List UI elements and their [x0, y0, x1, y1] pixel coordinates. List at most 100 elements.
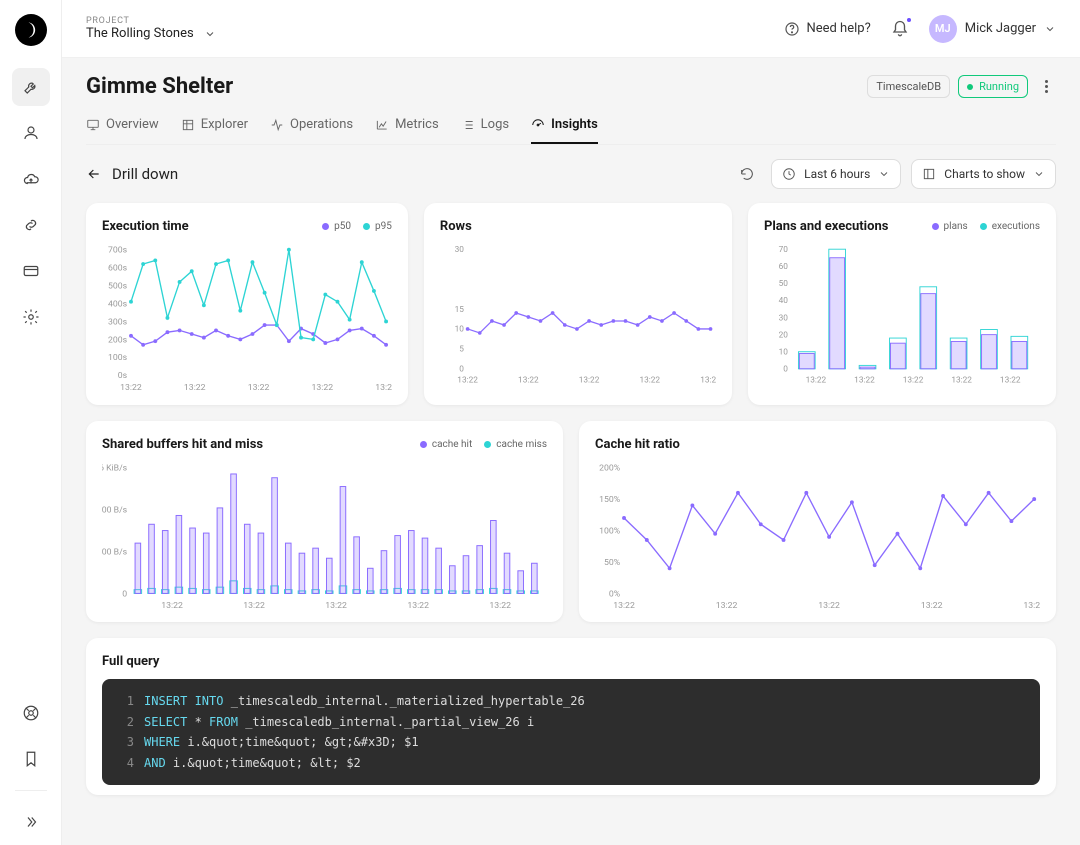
- svg-text:13:22: 13:22: [248, 383, 270, 393]
- svg-text:13:22: 13:22: [818, 601, 840, 611]
- svg-text:13:22: 13:22: [806, 376, 827, 386]
- svg-text:200%: 200%: [599, 463, 620, 473]
- svg-text:10: 10: [455, 325, 465, 335]
- list-icon: [461, 118, 475, 132]
- svg-text:13:22: 13:22: [903, 376, 924, 386]
- activity-icon: [270, 118, 284, 132]
- back-button[interactable]: Drill down: [86, 165, 178, 183]
- svg-text:13:22: 13:22: [921, 601, 943, 611]
- tab-overview[interactable]: Overview: [86, 107, 159, 144]
- svg-text:400s: 400s: [108, 299, 128, 309]
- user-name: Mick Jagger: [965, 21, 1036, 36]
- db-badge: TimescaleDB: [867, 75, 950, 98]
- tab-label: Metrics: [395, 117, 439, 132]
- card-title: Cache hit ratio: [595, 437, 680, 452]
- tab-label: Operations: [290, 117, 353, 132]
- chart-rows: 0510153013:2213:2213:2213:2213:22: [440, 240, 716, 387]
- svg-text:0: 0: [459, 365, 464, 375]
- svg-text:13:22: 13:22: [639, 376, 660, 386]
- charts-select[interactable]: Charts to show: [911, 159, 1056, 189]
- svg-text:0%: 0%: [609, 589, 620, 599]
- legend-label: p50: [334, 221, 351, 232]
- rail-user[interactable]: [12, 114, 50, 152]
- svg-text:30: 30: [779, 313, 789, 323]
- svg-text:40: 40: [779, 296, 789, 306]
- tab-insights[interactable]: Insights: [531, 107, 598, 144]
- tab-explorer[interactable]: Explorer: [181, 107, 248, 144]
- legend-item: cache hit: [420, 439, 472, 450]
- rail-billing[interactable]: [12, 252, 50, 290]
- rail-link[interactable]: [12, 206, 50, 244]
- svg-text:13:22: 13:22: [457, 376, 478, 386]
- svg-text:13:22: 13:22: [579, 376, 600, 386]
- rail-collapse[interactable]: [12, 803, 50, 841]
- rail-settings[interactable]: [12, 298, 50, 336]
- tab-operations[interactable]: Operations: [270, 107, 353, 144]
- card-exec-time: Execution time p50 p95 0s100s200s300s400…: [86, 203, 408, 405]
- legend-item: cache miss: [484, 439, 547, 450]
- timerange-select[interactable]: Last 6 hours: [771, 159, 901, 189]
- topbar: PROJECT The Rolling Stones Need help? MJ…: [62, 0, 1080, 58]
- logo[interactable]: [15, 14, 47, 46]
- chevron-down-icon: [1033, 168, 1045, 180]
- svg-text:13:22: 13:22: [407, 601, 429, 611]
- legend-label: cache hit: [432, 439, 472, 450]
- tab-label: Overview: [106, 117, 159, 132]
- chart-exec-time: 0s100s200s300s400s500s600s700s13:2213:22…: [102, 240, 392, 395]
- notification-dot: [905, 16, 913, 24]
- svg-text:100%: 100%: [599, 526, 620, 536]
- help-link[interactable]: Need help?: [784, 21, 870, 37]
- code-text: _timescaledb_internal._partial_view_26 i: [245, 715, 534, 729]
- code-text: i.&quot;time&quot; &gt;&#x3D; $1: [187, 735, 418, 749]
- svg-text:600s: 600s: [108, 264, 128, 274]
- project-switcher[interactable]: PROJECT The Rolling Stones: [86, 16, 216, 41]
- svg-text:700s: 700s: [108, 246, 128, 256]
- svg-text:10: 10: [779, 347, 789, 357]
- chart-buffers: 1.46 KiB/s100 B/s500 B/s013:2213:2213:22…: [102, 458, 547, 613]
- svg-text:13:22: 13:22: [951, 376, 972, 386]
- legend-item: p50: [322, 221, 351, 232]
- refresh-button[interactable]: [733, 160, 761, 188]
- card-title: Plans and executions: [764, 219, 889, 234]
- more-menu-button[interactable]: [1036, 77, 1056, 97]
- rail-tools[interactable]: [12, 68, 50, 106]
- rail-cloud[interactable]: [12, 160, 50, 198]
- svg-text:13:22: 13:22: [854, 376, 875, 386]
- code-block: 1INSERT INTO _timescaledb_internal._mate…: [102, 679, 1040, 785]
- chart-cache-ratio: 0%50%100%150%200%13:2213:2213:2213:2213:…: [595, 458, 1040, 613]
- svg-text:70: 70: [779, 245, 789, 255]
- svg-text:30: 30: [455, 245, 465, 255]
- tabs: Overview Explorer Operations Metrics Log…: [86, 107, 1056, 145]
- help-label: Need help?: [806, 21, 870, 36]
- card-rows: Rows 0510153013:2213:2213:2213:2213:22: [424, 203, 732, 405]
- monitor-icon: [86, 118, 100, 132]
- svg-text:150%: 150%: [599, 495, 620, 505]
- svg-text:20: 20: [779, 330, 789, 340]
- svg-text:13:22: 13:22: [613, 601, 635, 611]
- rail-support[interactable]: [12, 694, 50, 732]
- left-rail: [0, 0, 62, 845]
- avatar[interactable]: MJ: [929, 15, 957, 43]
- code-text: i.&quot;time&quot; &lt; $2: [173, 756, 361, 770]
- timerange-label: Last 6 hours: [804, 167, 870, 181]
- status-badge: Running: [958, 75, 1028, 98]
- chevron-down-icon: [878, 168, 890, 180]
- page-title: Gimme Shelter: [86, 74, 233, 99]
- chevron-down-icon: [204, 28, 216, 40]
- help-icon: [784, 21, 800, 37]
- notifications-button[interactable]: [889, 18, 911, 40]
- code-text: _timescaledb_internal._materialized_hype…: [231, 694, 585, 708]
- svg-text:0: 0: [783, 365, 788, 375]
- svg-text:13:22: 13:22: [325, 601, 347, 611]
- status-badge-label: Running: [979, 80, 1019, 93]
- card-plans: Plans and executions plans executions 01…: [748, 203, 1056, 405]
- rail-bookmark[interactable]: [12, 740, 50, 778]
- tab-logs[interactable]: Logs: [461, 107, 509, 144]
- drilldown-label: Drill down: [112, 165, 178, 183]
- svg-text:500 B/s: 500 B/s: [102, 547, 128, 557]
- refresh-icon: [739, 166, 755, 182]
- user-menu-chevron-icon[interactable]: [1044, 23, 1056, 35]
- tab-metrics[interactable]: Metrics: [375, 107, 439, 144]
- card-title: Full query: [102, 654, 1040, 669]
- card-title: Shared buffers hit and miss: [102, 437, 263, 452]
